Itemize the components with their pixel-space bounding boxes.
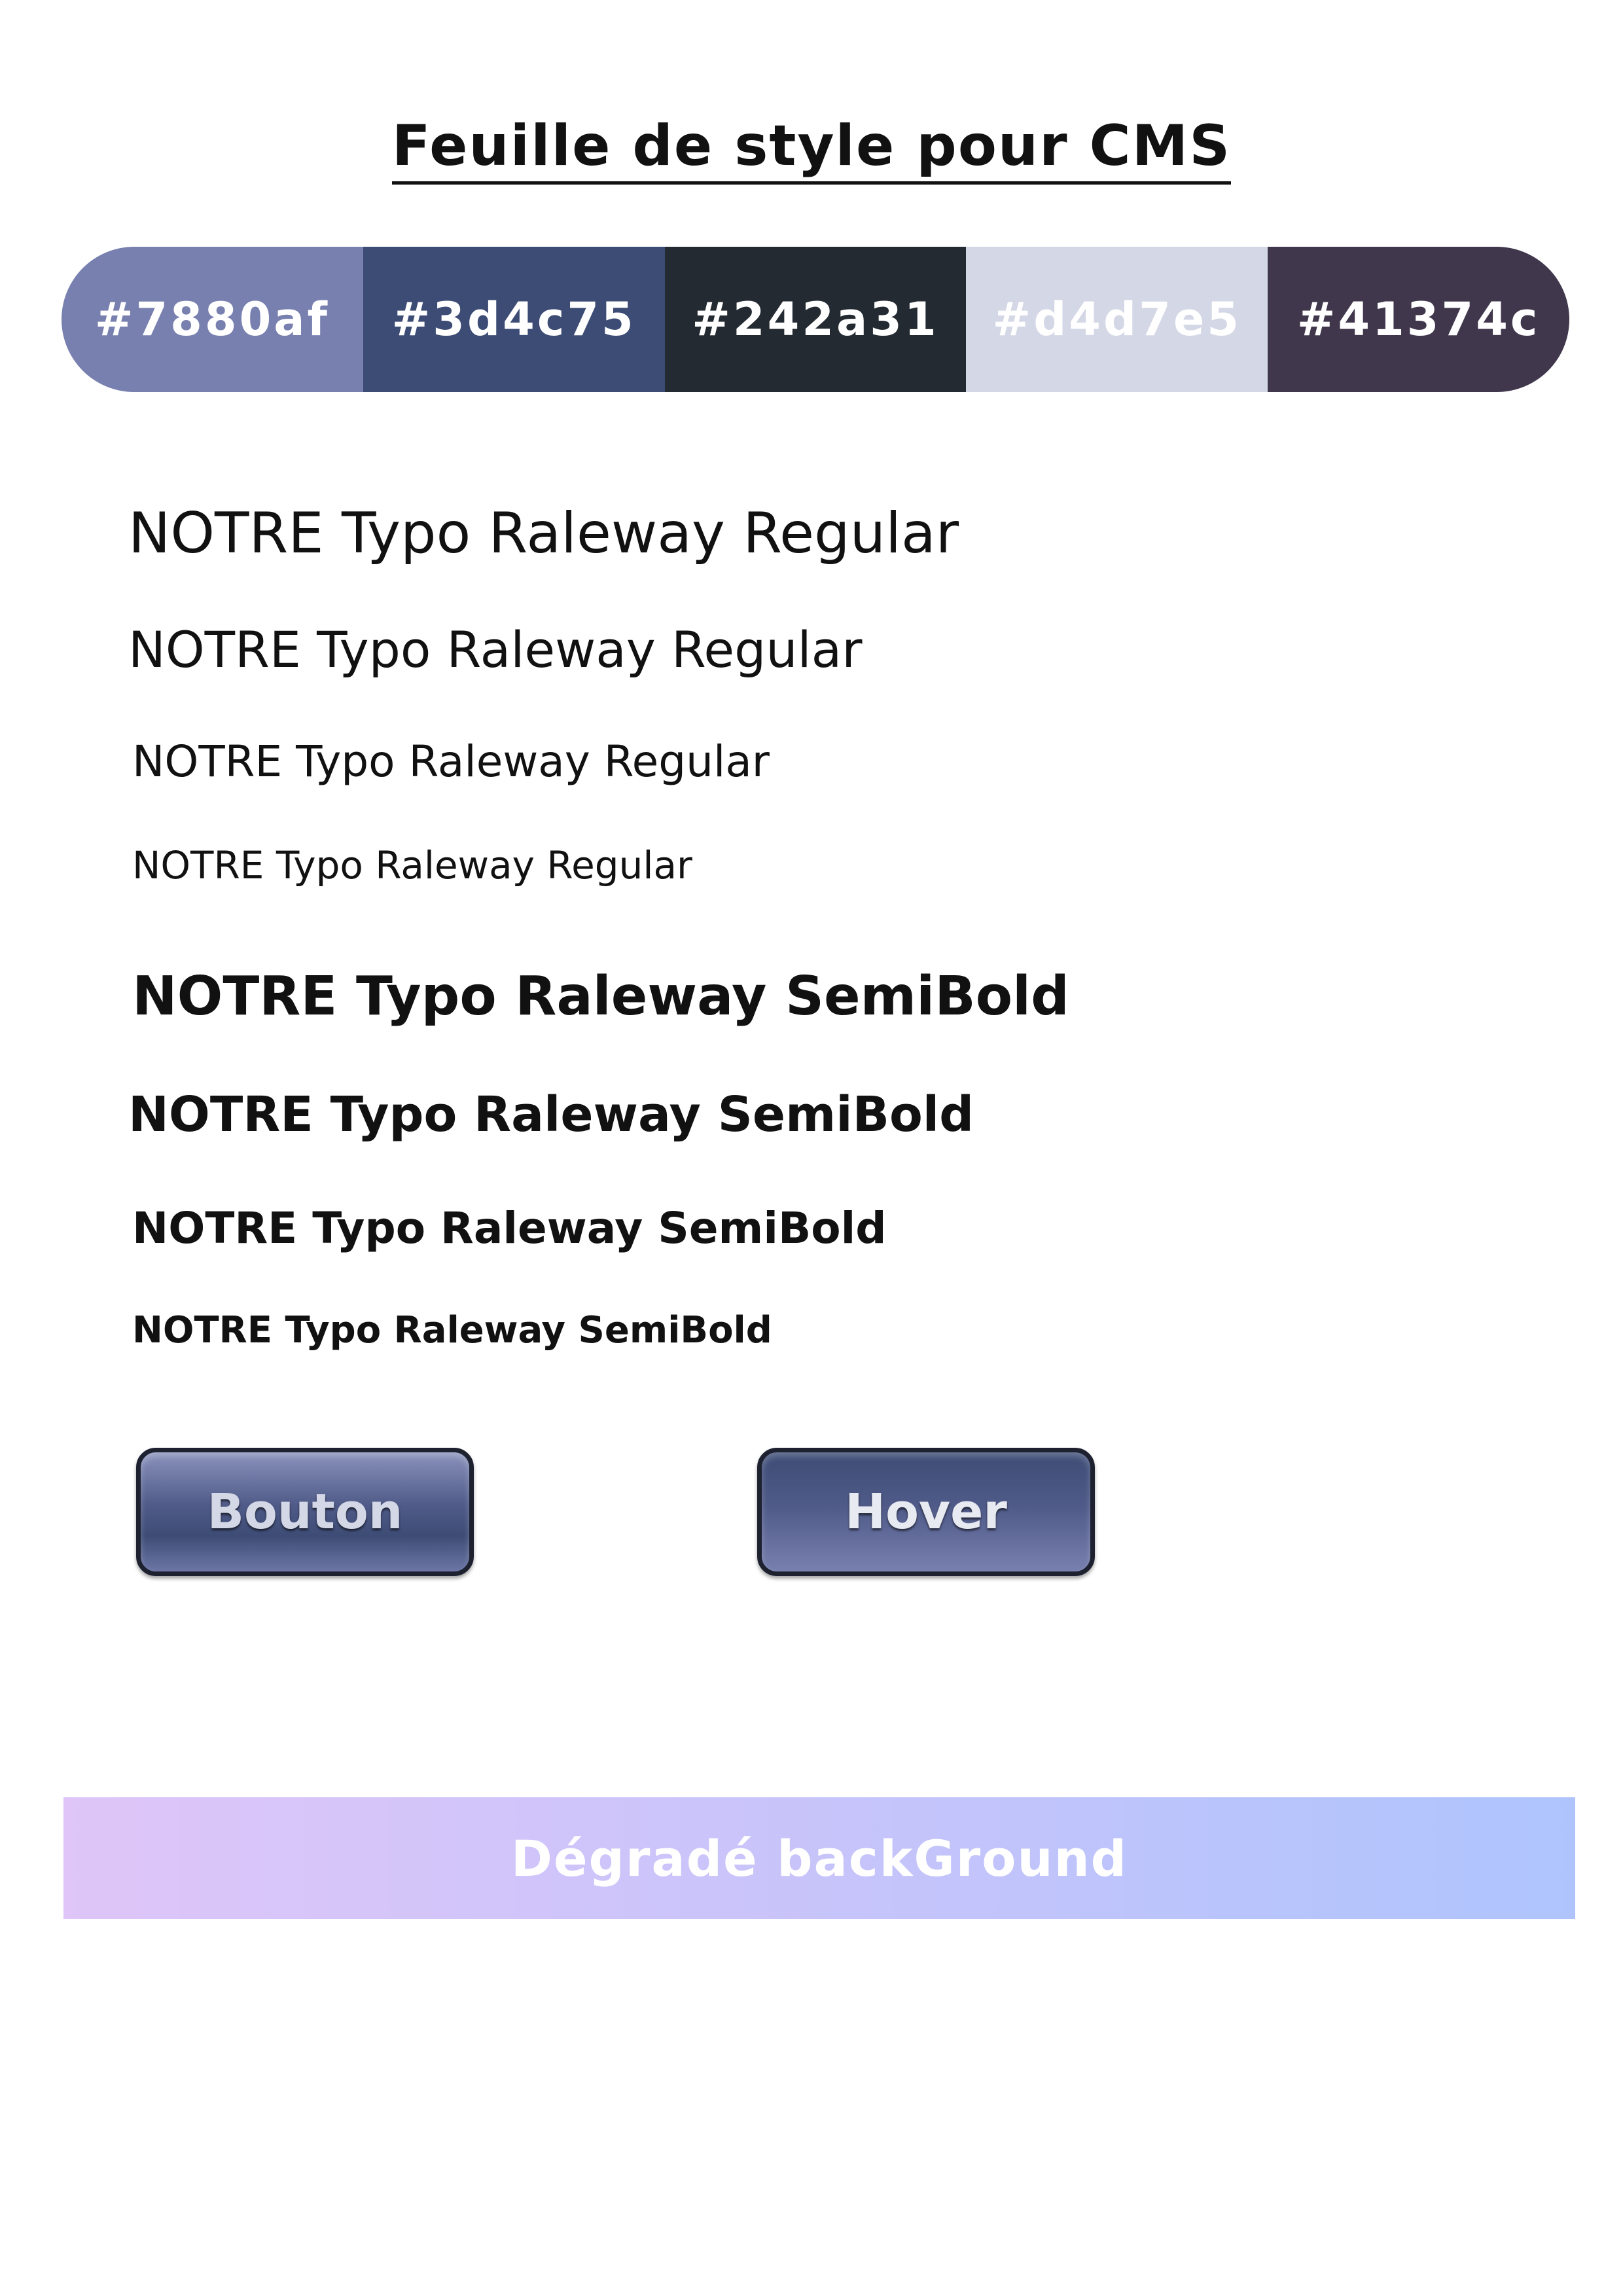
typo-semibold-size-3: NOTRE Typo Raleway SemiBold <box>132 1203 887 1253</box>
color-swatch-5: #41374c <box>1268 247 1569 392</box>
typo-semibold-size-2: NOTRE Typo Raleway SemiBold <box>128 1086 974 1143</box>
page-title: Feuille de style pour CMS <box>0 110 1623 185</box>
typo-semibold-size-1: NOTRE Typo Raleway SemiBold <box>132 965 1069 1028</box>
color-swatch-3: #242a31 <box>664 247 967 392</box>
page-title-text: Feuille de style pour CMS <box>391 113 1232 185</box>
typo-regular-size-4: NOTRE Typo Raleway Regular <box>132 843 692 888</box>
typo-regular-size-1: NOTRE Typo Raleway Regular <box>128 501 959 566</box>
typo-regular-size-3: NOTRE Typo Raleway Regular <box>132 736 770 787</box>
gradient-label: Dégradé backGround <box>510 1829 1128 1888</box>
primary-button[interactable]: Bouton <box>136 1448 474 1576</box>
color-swatch-1: #7880af <box>62 247 363 392</box>
typo-semibold-size-4: NOTRE Typo Raleway SemiBold <box>132 1309 772 1352</box>
style-sheet-page: Feuille de style pour CMS #7880af #3d4c7… <box>0 0 1623 2296</box>
color-palette: #7880af #3d4c75 #242a31 #d4d7e5 #41374c <box>62 247 1569 392</box>
color-swatch-4: #d4d7e5 <box>966 247 1268 392</box>
hover-state-button[interactable]: Hover <box>757 1448 1095 1576</box>
color-swatch-2: #3d4c75 <box>363 247 665 392</box>
gradient-background-sample: Dégradé backGround <box>63 1797 1575 1919</box>
typo-regular-size-2: NOTRE Typo Raleway Regular <box>128 620 863 679</box>
